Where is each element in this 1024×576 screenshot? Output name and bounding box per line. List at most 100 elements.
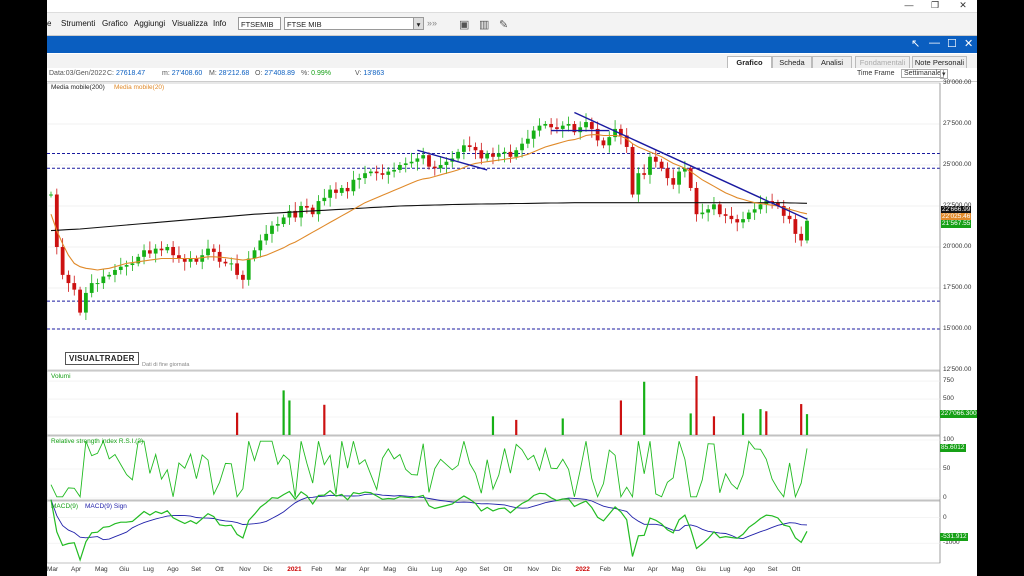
volume-bar [619, 400, 623, 435]
candle-body [241, 274, 245, 280]
x-axis-label: Apr [359, 566, 370, 573]
candle-body [206, 248, 210, 256]
candle-body [72, 283, 77, 290]
volume-bar [515, 419, 518, 435]
candle-body [270, 225, 274, 234]
macd-sign-legend: MACD(9) Sign [85, 503, 127, 510]
x-axis-label: Mar [623, 566, 635, 573]
candle-body [653, 156, 658, 162]
candle-body [607, 137, 612, 146]
candle-body [200, 255, 205, 262]
volume-bar [712, 416, 716, 435]
last-price-tag: 21'567.55 [941, 220, 972, 228]
ma20-legend: Media mobile(20) [114, 84, 165, 91]
x-axis-label: Dic [263, 566, 273, 573]
candle-body [118, 266, 123, 270]
candle-body [252, 250, 257, 259]
candle-body [648, 156, 652, 175]
candle-body [799, 233, 804, 241]
x-axis-label: Ott [215, 566, 224, 573]
candle-body [793, 219, 798, 234]
chart-canvas[interactable] [47, 0, 977, 576]
rsi-axis-label: 0 [943, 494, 947, 501]
candle-body [113, 269, 117, 275]
candle-body [304, 206, 309, 208]
price-axis-label: 25'000.00 [943, 161, 972, 168]
candle-body [584, 122, 588, 128]
candle-body [549, 124, 554, 128]
candle-body [694, 187, 699, 215]
candle-body [467, 145, 472, 147]
candle-body [712, 204, 716, 210]
candle-body [432, 166, 437, 169]
candle-body [421, 155, 426, 159]
volume-tag: 227'066.300 [940, 410, 977, 418]
x-axis-label: Mar [335, 566, 347, 573]
volume-bar [288, 400, 291, 435]
x-axis-label: Giu [119, 566, 130, 573]
candle-body [491, 153, 495, 157]
candle-body [246, 258, 251, 280]
volume-bar [695, 376, 698, 435]
x-axis-label: Lug [143, 566, 154, 573]
candle-body [54, 194, 59, 247]
candle-body [264, 233, 269, 241]
candle-body [514, 150, 519, 157]
x-axis-label: Dic [551, 566, 561, 573]
candle-body [334, 189, 338, 193]
candle-body [601, 140, 606, 146]
macd-tag: -531.912 [940, 533, 968, 541]
volume-bar [765, 411, 768, 435]
candle-body [363, 173, 367, 179]
volume-bar [741, 413, 745, 435]
candle-body [386, 171, 391, 175]
candle-body [49, 194, 53, 196]
price-axis-label: 20'000.00 [943, 243, 972, 250]
candle-body [805, 220, 809, 241]
candle-body [700, 212, 705, 215]
price-axis-label: 17'500.00 [943, 284, 972, 291]
candle-body [368, 171, 373, 174]
x-axis-label: Ago [455, 566, 467, 573]
candle-body [496, 153, 501, 157]
ma200-legend: Media mobile(200) [51, 84, 105, 91]
volume-bar [689, 413, 692, 435]
rsi-tag: 85.6012 [940, 444, 966, 452]
data-note: Dati di fine giornata [142, 362, 190, 368]
candle-body [235, 263, 239, 275]
candle-body [537, 125, 542, 131]
x-axis-label: Mag [383, 566, 396, 573]
candle-body [101, 276, 106, 284]
candle-body [758, 204, 763, 210]
volume-bar [643, 381, 646, 435]
x-axis-label: 2022 [575, 566, 590, 573]
candle-body [427, 155, 431, 167]
app-window: — ❐ ✕ e Strumenti Grafico Aggiungi Visua… [47, 0, 977, 576]
x-axis-label: Mag [671, 566, 685, 573]
candle-body [275, 224, 280, 226]
candle-body [89, 283, 94, 293]
x-axis-label: Ott [791, 566, 801, 573]
volume-axis-label: 500 [943, 395, 954, 403]
candle-body [642, 173, 647, 175]
candle-body [555, 127, 559, 129]
candle-body [485, 153, 490, 159]
candle-body [223, 261, 228, 264]
candle-body [159, 248, 164, 251]
candle-body [147, 250, 152, 254]
x-axis-label: Nov [239, 566, 251, 573]
candle-body [438, 165, 443, 169]
x-axis-label: Apr [647, 566, 658, 573]
candle-body [752, 209, 757, 213]
candle-body [130, 263, 135, 266]
candle-body [473, 146, 478, 151]
candle-body [741, 219, 745, 223]
candle-body [392, 169, 397, 172]
candle-body [659, 161, 664, 169]
x-axis-label: Ott [503, 566, 513, 573]
x-axis-label: Feb [599, 566, 611, 573]
x-axis-label: 2021 [287, 566, 302, 573]
candle-body [729, 215, 734, 220]
x-axis-label: Giu [407, 566, 418, 573]
candle-body [229, 263, 234, 265]
